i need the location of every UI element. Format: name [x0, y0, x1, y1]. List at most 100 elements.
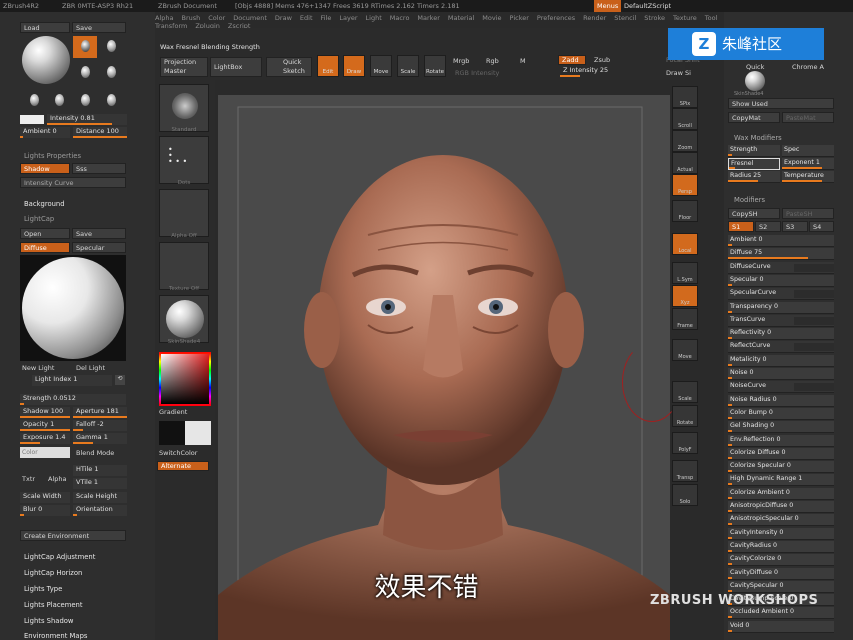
- gradient-button[interactable]: Gradient: [159, 408, 187, 416]
- menu-color[interactable]: Color: [208, 14, 225, 22]
- create-environment-button[interactable]: Create Environment: [20, 530, 126, 541]
- del-light-button[interactable]: Del Light: [76, 364, 105, 372]
- pastesh-button[interactable]: PasteSH: [782, 208, 834, 219]
- curve-preview[interactable]: [794, 316, 834, 325]
- intensity-slider[interactable]: Intensity 0.81: [47, 114, 127, 125]
- rotate-tool[interactable]: Rotate: [424, 55, 446, 77]
- modifier-slider[interactable]: Color Bump 0: [728, 407, 834, 420]
- alternate-button[interactable]: Alternate: [157, 461, 209, 471]
- bulb-icon[interactable]: [107, 66, 116, 78]
- zadd-button[interactable]: Zadd: [558, 55, 586, 65]
- menu-light[interactable]: Light: [366, 14, 382, 22]
- modifier-slider[interactable]: Noise 0: [728, 368, 834, 380]
- brush-standard-tile[interactable]: [159, 84, 209, 132]
- material-tile[interactable]: [159, 295, 209, 343]
- copymat-button[interactable]: CopyMat: [728, 112, 780, 123]
- quick-material-label[interactable]: Quick: [746, 63, 764, 71]
- tool-spix[interactable]: SPix: [672, 86, 698, 108]
- quick-sketch-button[interactable]: Quick Sketch: [266, 57, 312, 77]
- modifier-slider[interactable]: Metalicity 0: [728, 354, 834, 367]
- mrgb-button[interactable]: Mrgb: [453, 57, 469, 65]
- shader-s3-tab[interactable]: S3: [782, 221, 808, 232]
- curve-preview[interactable]: [794, 290, 834, 299]
- bulb-icon[interactable]: [107, 40, 116, 52]
- modifier-slider[interactable]: CavityIntensity 0: [728, 527, 834, 540]
- stroke-dots-tile[interactable]: • • • • •: [159, 136, 209, 184]
- wax-radius-slider[interactable]: Radius 25: [728, 171, 780, 183]
- m-button[interactable]: M: [520, 57, 526, 65]
- lightcap-open-button[interactable]: Open: [20, 228, 70, 239]
- tool-floor[interactable]: Floor: [672, 200, 698, 222]
- modifier-slider[interactable]: Noise Radius 0: [728, 394, 834, 407]
- bulb-icon[interactable]: [81, 66, 90, 78]
- modifiers-header[interactable]: Modifiers: [734, 196, 765, 204]
- txtr-button[interactable]: Txtr: [22, 475, 35, 483]
- projection-master-button[interactable]: Projection Master: [160, 57, 208, 77]
- modifier-slider[interactable]: Gel Shading 0: [728, 421, 834, 434]
- modifier-slider[interactable]: Env.Reflection 0: [728, 434, 834, 447]
- skin-material-sphere[interactable]: [745, 71, 765, 91]
- modifier-slider[interactable]: Void 0: [728, 620, 834, 633]
- opacity-slider[interactable]: Opacity 1: [20, 420, 70, 431]
- tool-xyz[interactable]: Xyz: [672, 285, 698, 307]
- lightcap-header[interactable]: LightCap: [24, 215, 54, 223]
- show-used-button[interactable]: Show Used: [728, 98, 834, 109]
- bulb-icon[interactable]: [30, 94, 39, 106]
- falloff-slider[interactable]: Falloff -2: [73, 420, 127, 431]
- background-header[interactable]: Background: [24, 200, 65, 208]
- lightbox-button[interactable]: LightBox: [210, 57, 262, 77]
- rgb-intensity-slider[interactable]: RGB Intensity: [455, 69, 499, 77]
- light-load-button[interactable]: Load: [20, 22, 70, 33]
- new-light-button[interactable]: New Light: [22, 364, 54, 372]
- menu-render[interactable]: Render: [583, 14, 606, 22]
- scale-width-slider[interactable]: Scale Width: [20, 492, 70, 503]
- menu-document[interactable]: Document: [233, 14, 267, 22]
- tool-polyf[interactable]: PolyF: [672, 432, 698, 454]
- rgb-button[interactable]: Rgb: [486, 57, 499, 65]
- modifier-slider[interactable]: SpecularCurve: [728, 288, 834, 301]
- draw-size-slider[interactable]: Draw Si: [666, 69, 691, 77]
- modifier-slider[interactable]: TransCurve: [728, 314, 834, 327]
- edit-tool[interactable]: Edit: [317, 55, 339, 77]
- gamma-slider[interactable]: Gamma 1: [73, 433, 127, 444]
- modifier-slider[interactable]: Reflectivity 0: [728, 328, 834, 341]
- wax-strength-slider[interactable]: Strength: [728, 145, 780, 157]
- texture-tile[interactable]: [159, 242, 209, 290]
- alpha-tile[interactable]: [159, 189, 209, 237]
- ambient-slider[interactable]: Ambient 0: [20, 127, 70, 138]
- alpha-button[interactable]: Alpha: [48, 475, 66, 483]
- color-swatch[interactable]: Color: [20, 447, 70, 458]
- modifier-slider[interactable]: AnisotropicDiffuse 0: [728, 501, 834, 513]
- menu-layer[interactable]: Layer: [339, 14, 357, 22]
- bulb-icon[interactable]: [107, 94, 116, 106]
- shadow-button[interactable]: Shadow: [20, 163, 70, 174]
- switch-color-button[interactable]: SwitchColor: [159, 449, 197, 457]
- menu-alpha[interactable]: Alpha: [155, 14, 173, 22]
- tool-scroll[interactable]: Scroll: [672, 108, 698, 130]
- sss-button[interactable]: Sss: [72, 163, 126, 174]
- aperture-slider[interactable]: Aperture 181: [73, 407, 127, 418]
- scale-tool[interactable]: Scale: [397, 55, 419, 77]
- intensity-curve[interactable]: Intensity Curve: [20, 177, 126, 188]
- tool-frame[interactable]: Frame: [672, 308, 698, 330]
- move-tool[interactable]: Move: [370, 55, 392, 77]
- menu-brush[interactable]: Brush: [181, 14, 200, 22]
- shadow-slider[interactable]: Shadow 100: [20, 407, 70, 418]
- tool-lsym[interactable]: L.Sym: [672, 262, 698, 284]
- specular-button[interactable]: Specular: [72, 242, 126, 253]
- script-name[interactable]: DefaultZScript: [624, 0, 671, 12]
- bulb-icon[interactable]: [55, 94, 64, 106]
- modifier-slider[interactable]: Specular 0: [728, 274, 834, 287]
- tool-transp[interactable]: Transp: [672, 460, 698, 482]
- reset-icon[interactable]: ⟲: [115, 375, 125, 385]
- light-save-button[interactable]: Save: [72, 22, 126, 33]
- modifier-slider[interactable]: Ambient 0: [728, 235, 834, 247]
- menu-macro[interactable]: Macro: [390, 14, 410, 22]
- curve-preview[interactable]: [794, 343, 834, 352]
- lightcap-adjustment-header[interactable]: LightCap Adjustment: [24, 553, 95, 561]
- modifier-slider[interactable]: DiffuseCurve: [728, 261, 834, 274]
- light-index-slider[interactable]: Light Index 1: [32, 375, 112, 386]
- modifier-slider[interactable]: Occluded Ambient 0: [728, 607, 834, 620]
- shader-s2-tab[interactable]: S2: [755, 221, 781, 232]
- menu-file[interactable]: File: [321, 14, 332, 22]
